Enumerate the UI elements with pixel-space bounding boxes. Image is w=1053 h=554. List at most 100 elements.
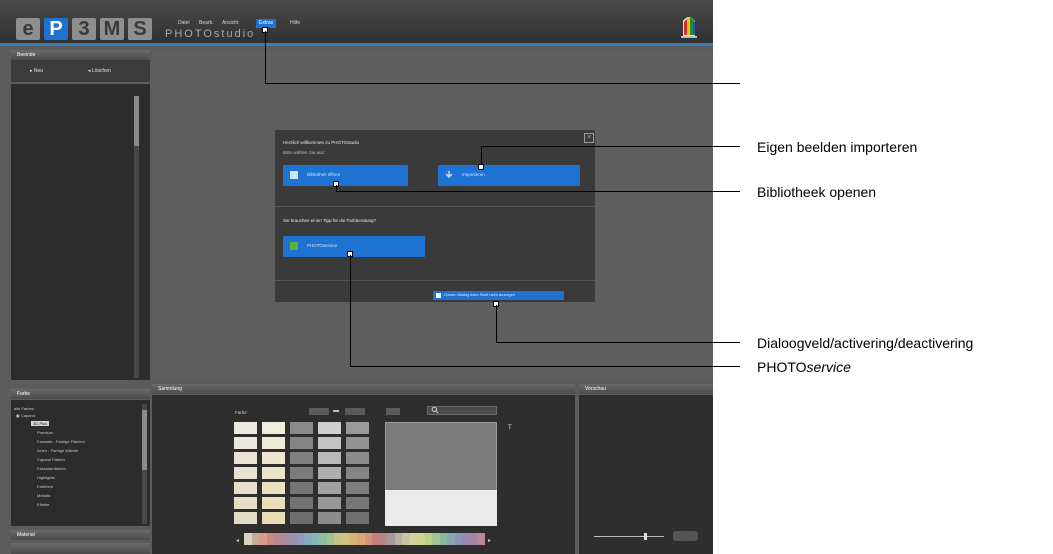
color-bar-segment[interactable] (462, 533, 470, 545)
color-bar-segment[interactable] (469, 533, 478, 545)
color-swatch[interactable] (262, 512, 285, 524)
color-bar-segment[interactable] (364, 533, 373, 545)
color-swatch[interactable] (318, 512, 341, 524)
colorbar-left-arrow-icon[interactable]: ◂ (236, 537, 239, 544)
color-swatch[interactable] (346, 437, 369, 449)
color-bar-segment[interactable] (281, 533, 290, 545)
color-bar-segment[interactable] (326, 533, 335, 545)
color-swatch[interactable] (290, 467, 313, 479)
color-bar-segment[interactable] (289, 533, 297, 545)
color-bar-segment[interactable] (296, 533, 305, 545)
color-swatch[interactable] (346, 467, 369, 479)
color-swatch[interactable] (262, 437, 285, 449)
color-swatch[interactable] (234, 422, 257, 434)
delete-button[interactable]: ◂ Löschen (88, 67, 111, 75)
color-bar-segment[interactable] (402, 533, 410, 545)
color-swatch[interactable] (290, 497, 313, 509)
color-swatch[interactable] (262, 422, 285, 434)
zoom-button[interactable] (673, 531, 698, 541)
color-bar-segment[interactable] (432, 533, 440, 545)
color-swatch[interactable] (346, 482, 369, 494)
color-bar-segment[interactable] (274, 533, 282, 545)
tree-item-all[interactable]: alle Farben (14, 405, 34, 412)
color-bar-segment[interactable] (251, 533, 260, 545)
beelden-scroll-thumb[interactable] (134, 96, 139, 146)
farbe-scroll-thumb[interactable] (142, 410, 147, 470)
color-swatch[interactable] (318, 497, 341, 509)
new-button[interactable]: ▸ Neu (30, 67, 43, 75)
color-swatch[interactable] (290, 422, 313, 434)
color-swatch[interactable] (318, 467, 341, 479)
color-swatch[interactable] (346, 497, 369, 509)
color-swatch[interactable] (234, 467, 257, 479)
color-swatch[interactable] (234, 512, 257, 524)
color-swatch[interactable] (262, 482, 285, 494)
hide-dialog-checkbox[interactable] (436, 293, 441, 298)
color-swatch[interactable] (234, 497, 257, 509)
zoom-slider-handle[interactable] (644, 533, 647, 540)
tree-item-fassade[interactable]: Fassade - Farbige Flächen (37, 438, 85, 445)
tree-item-highlights[interactable]: Highlights (37, 474, 55, 481)
dialog-close-icon[interactable]: × (584, 133, 594, 143)
color-bar-segment[interactable] (409, 533, 418, 545)
color-bar-segment[interactable] (424, 533, 433, 545)
filter-dropdown[interactable] (386, 408, 400, 415)
color-swatch[interactable] (346, 512, 369, 524)
color-swatch[interactable] (346, 422, 369, 434)
tree-item-3dplus[interactable]: 3D-Plus (31, 420, 50, 427)
color-swatch[interactable] (290, 512, 313, 524)
filter-field-b[interactable] (345, 408, 365, 415)
menu-hilfe[interactable]: Hilfe (287, 19, 303, 28)
tree-item-caparol[interactable]: ▣ Caparol (16, 412, 35, 419)
color-bar-segment[interactable] (477, 533, 485, 545)
color-bar-segment[interactable] (439, 533, 448, 545)
color-swatch[interactable] (318, 437, 341, 449)
color-swatch[interactable] (346, 452, 369, 464)
import-button[interactable]: Importieren (438, 165, 580, 186)
color-swatch[interactable] (290, 482, 313, 494)
color-swatch[interactable] (318, 482, 341, 494)
color-bar-segment[interactable] (334, 533, 342, 545)
menu-ansicht[interactable]: Ansicht (219, 19, 241, 28)
color-swatch[interactable] (234, 452, 257, 464)
tree-item-premium[interactable]: Premium (37, 429, 53, 436)
color-bar-segment[interactable] (356, 533, 365, 545)
open-library-button[interactable]: Bibliothek öffnen (283, 165, 408, 186)
color-bar-segment[interactable] (349, 533, 357, 545)
color-swatch[interactable] (234, 437, 257, 449)
tree-item-metallic[interactable]: Metallic (37, 492, 51, 499)
color-bar-segment[interactable] (341, 533, 350, 545)
tree-item-innen[interactable]: Innen - Farbige Wände (37, 447, 78, 454)
color-bar-segment[interactable] (259, 533, 267, 545)
tree-item-farbtoene[interactable]: Farbtöne (37, 483, 53, 490)
color-swatch[interactable] (290, 437, 313, 449)
photoservice-button[interactable]: PHOTOservice (283, 236, 425, 257)
color-swatch[interactable] (234, 482, 257, 494)
color-bar-segment[interactable] (447, 533, 455, 545)
color-bar[interactable] (244, 533, 485, 545)
hide-dialog-toggle[interactable]: Diesen Dialog beim Start nicht anzeigen (433, 291, 564, 300)
color-swatch[interactable] (262, 497, 285, 509)
zoom-slider-track[interactable] (594, 536, 664, 537)
tree-item-caparol-farben[interactable]: Caparol Farben (37, 456, 65, 463)
color-swatch[interactable] (318, 452, 341, 464)
color-swatch[interactable] (262, 452, 285, 464)
color-swatch[interactable] (262, 467, 285, 479)
color-bar-segment[interactable] (244, 533, 252, 545)
color-bar-segment[interactable] (266, 533, 275, 545)
menu-bearbeiten[interactable]: Bearb. (196, 19, 217, 28)
color-bar-segment[interactable] (394, 533, 403, 545)
color-bar-segment[interactable] (319, 533, 327, 545)
colorbar-right-arrow-icon[interactable]: ▸ (488, 537, 491, 544)
filter-field-a[interactable] (309, 408, 329, 415)
color-swatch[interactable] (318, 422, 341, 434)
tree-item-fassadenfarben[interactable]: Fassadenfarben (37, 465, 66, 472)
color-bar-segment[interactable] (372, 533, 380, 545)
color-swatch[interactable] (290, 452, 313, 464)
color-bar-segment[interactable] (304, 533, 312, 545)
color-bar-segment[interactable] (379, 533, 388, 545)
color-bar-segment[interactable] (311, 533, 320, 545)
tree-item-effekte[interactable]: Effekte (37, 501, 49, 508)
menu-datei[interactable]: Datei (175, 19, 193, 28)
color-bar-segment[interactable] (417, 533, 425, 545)
